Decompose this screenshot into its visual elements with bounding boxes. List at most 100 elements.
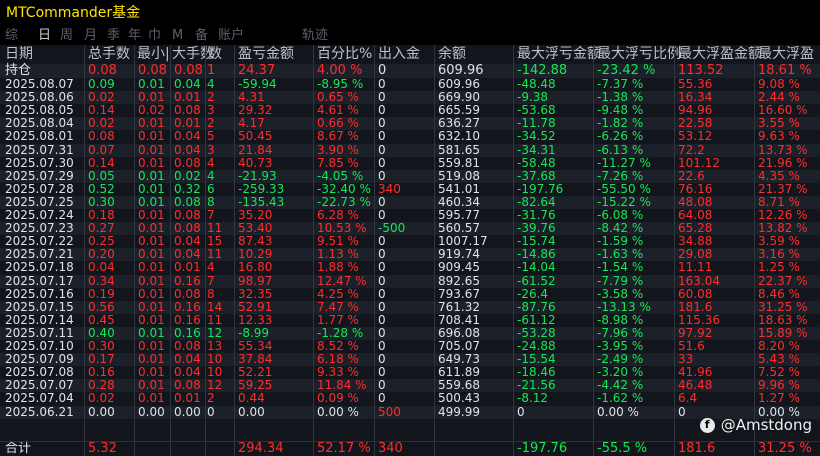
table-row[interactable]: 2025.07.18 0.04 0.01 0.01 4 16.80 1.88 % 0 909.4… (0, 261, 820, 274)
table-row[interactable]: 2025.06.21 0.00 0.00 0.00 0 0.00 0.00 % 500 499.… (0, 404, 820, 419)
column-header[interactable]: 最大浮盈金额 (678, 45, 762, 64)
cell-maxdd: -53.28 (517, 325, 556, 340)
cell-pct: 9.33 % (317, 365, 359, 380)
table-row[interactable]: 2025.07.10 0.30 0.01 0.08 13 55.34 8.52 % 0 705.… (0, 340, 820, 353)
table-row[interactable]: 2025.07.31 0.07 0.01 0.04 3 21.84 3.90 % 0 581.6… (0, 142, 820, 157)
cell-maxddpct: -6.08 % (597, 208, 644, 222)
cell-maxdd: -82.64 (517, 194, 556, 209)
cell-count: 4 (207, 168, 215, 183)
column-divider (205, 45, 206, 456)
table-row[interactable]: 2025.07.14 0.45 0.01 0.16 11 12.33 1.77 % 0 708.… (0, 312, 820, 327)
tab-10[interactable]: 轨迹 (302, 26, 328, 45)
cell-min: 0.01 (138, 142, 165, 157)
tab-7[interactable]: M (172, 26, 183, 45)
cell-maxddpct: 0.00 % (597, 404, 639, 419)
table-row[interactable]: 2025.07.16 0.19 0.01 0.08 8 32.35 4.25 % 0 793.6… (0, 287, 820, 301)
column-divider (374, 45, 375, 456)
column-header[interactable]: 日期 (5, 45, 33, 64)
cell-maxgainpct: 31.25 % (758, 299, 808, 314)
cell-maxgain: 64.08 (678, 208, 713, 222)
cell-flow: 340 (378, 441, 403, 456)
cell-max: 0.16 (174, 299, 201, 314)
cell-pnl: 16.80 (238, 260, 273, 275)
tab-6[interactable]: 巾 (148, 26, 161, 45)
cell-maxgain: 46.48 (678, 378, 713, 393)
cell-max: 0.08 (174, 221, 201, 236)
column-header[interactable]: 最小| (137, 45, 170, 64)
column-header[interactable]: 盈亏金额 (238, 45, 294, 64)
cell-max: 0.08 (174, 378, 201, 393)
cell-pct: 10.53 % (317, 221, 367, 236)
cell-maxdd: -21.56 (517, 378, 556, 393)
cell-pnl: -59.94 (238, 77, 277, 91)
cell-pnl: -259.33 (238, 181, 285, 196)
column-header[interactable]: 总手数 (88, 45, 130, 64)
cell-pnl: 35.20 (238, 208, 273, 222)
tab-0[interactable]: 综 (5, 26, 18, 45)
cell-maxgain: 163.04 (678, 273, 720, 288)
cell-flow: 0 (378, 391, 386, 406)
table-row[interactable]: 2025.07.29 0.05 0.01 0.02 4 -21.93 -4.05 % 0 519… (0, 168, 820, 183)
cell-balance: 595.77 (438, 208, 480, 222)
column-header[interactable]: 百分比% (317, 45, 372, 64)
cell-max: 0.08 (174, 208, 201, 222)
column-header[interactable]: 余额 (438, 45, 466, 64)
cell-count: 7 (207, 208, 215, 222)
column-header[interactable]: 最大浮亏金额 (517, 45, 601, 64)
cell-max: 0.01 (174, 116, 201, 131)
cell-pnl: -8.99 (238, 325, 270, 340)
table-row[interactable]: 2025.07.07 0.28 0.01 0.08 12 59.25 11.84 % 0 559… (0, 378, 820, 393)
cell-flow: 0 (378, 378, 386, 393)
cell-pnl: 59.25 (238, 378, 273, 393)
cell-date: 2025.07.11 (5, 325, 74, 340)
cell-date: 2025.07.18 (5, 260, 74, 275)
cell-date: 2025.07.10 (5, 339, 74, 353)
cell-balance: 460.34 (438, 194, 480, 209)
cell-count: 3 (207, 103, 215, 118)
cell-count: 15 (207, 234, 223, 249)
cell-date: 持仓 (5, 63, 32, 78)
tab-8[interactable]: 备 (195, 26, 208, 45)
cell-count: 6 (207, 181, 215, 196)
cell-total: 0.16 (88, 365, 115, 380)
cell-maxddpct: -1.62 % (597, 391, 644, 406)
cell-count: 13 (207, 339, 223, 353)
total-row[interactable]: 合计 5.32 294.34 52.17 % 340 -197.76 -55.5 % 181.… (0, 442, 820, 456)
cell-pct: -4.05 % (317, 168, 364, 183)
cell-pnl: 10.29 (238, 247, 273, 262)
table-row[interactable]: 2025.08.01 0.08 0.01 0.04 5 50.45 8.67 % 0 632.1… (0, 130, 820, 143)
cell-maxddpct: -7.26 % (597, 168, 644, 183)
cell-total: 0.27 (88, 221, 115, 236)
tab-1[interactable]: 日 (38, 26, 51, 45)
table-row[interactable]: 2025.07.17 0.34 0.01 0.16 7 98.97 12.47 % 0 892.… (0, 273, 820, 288)
cell-max: 0.08 (174, 103, 201, 118)
tab-4[interactable]: 季 (107, 26, 120, 45)
tab-2[interactable]: 周 (60, 26, 73, 45)
cell-pnl: 52.91 (238, 299, 273, 314)
tab-5[interactable]: 年 (128, 26, 141, 45)
tab-9[interactable]: 账户 (218, 26, 244, 45)
cell-total: 0.02 (88, 116, 115, 131)
cell-maxgain: 6.4 (678, 391, 698, 406)
table-row[interactable]: 2025.07.28 0.52 0.01 0.32 6 -259.33 -32.40 % 34… (0, 181, 820, 196)
cell-min: 0.01 (138, 299, 165, 314)
tab-3[interactable]: 月 (84, 26, 97, 45)
cell-flow: 0 (378, 116, 386, 131)
column-header[interactable]: 出入金 (378, 45, 420, 64)
column-header[interactable]: 数 (208, 45, 222, 64)
holding-row[interactable]: 持仓 0.08 0.08 0.08 1 24.37 4.00 % 0 609.96 -142.88… (0, 64, 820, 78)
cell-max: 0.16 (174, 312, 201, 327)
table-row[interactable]: 2025.07.04 0.02 0.01 0.01 2 0.44 0.09 % 0 500.43… (0, 392, 820, 405)
cell-pct: -32.40 % (317, 181, 371, 196)
column-header[interactable]: 最大浮盈 (758, 45, 814, 64)
table-row[interactable]: 2025.07.15 0.56 0.01 0.16 14 52.91 7.47 % 0 761.… (0, 299, 820, 314)
cell-maxgain: 29.08 (678, 247, 713, 262)
cell-total: 0.25 (88, 234, 115, 249)
cell-balance: 559.68 (438, 378, 480, 393)
table-row[interactable]: 2025.07.30 0.14 0.01 0.08 4 40.73 7.85 % 0 559.8… (0, 156, 820, 170)
cell-maxgain: 94.96 (678, 103, 713, 118)
title-bar: MTCommander基金 (0, 0, 820, 26)
cell-maxgain: 55.36 (678, 77, 713, 91)
cell-flow: 0 (378, 90, 386, 105)
column-header[interactable]: 最大浮亏比例 (597, 45, 681, 64)
